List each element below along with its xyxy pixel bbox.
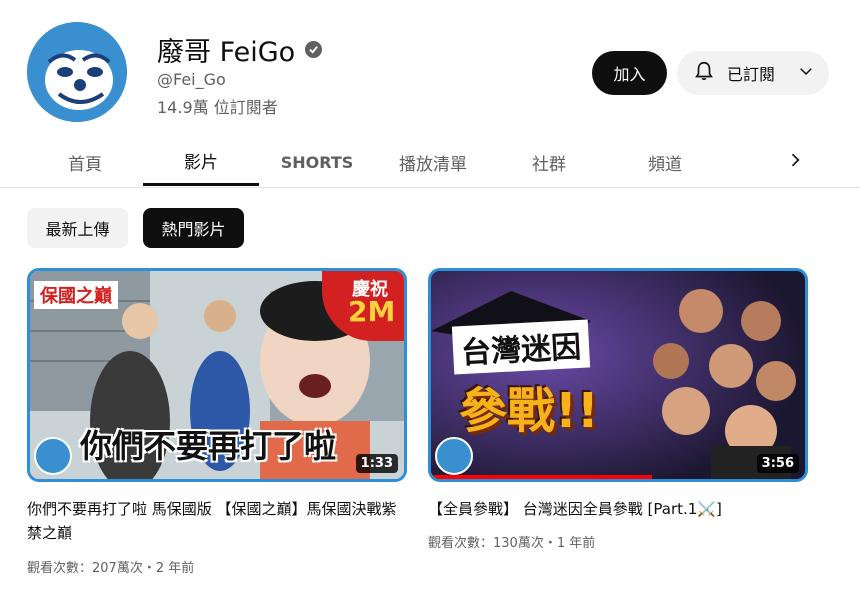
channel-watermark-icon (34, 437, 72, 475)
tab-community[interactable]: 社群 (491, 138, 607, 186)
subscribed-button[interactable]: 已訂閱 (677, 51, 829, 95)
tab-videos[interactable]: 影片 (143, 138, 259, 186)
video-meta-1: 觀看次數：207萬次・2 年前 (27, 561, 195, 576)
chip-popular[interactable]: 熱門影片 (143, 208, 244, 248)
join-button[interactable]: 加入 (592, 51, 667, 95)
video-thumbnail-1[interactable]: 保國之巔 慶祝 2M 你們不要再打了啦 1:33 (27, 268, 407, 482)
channel-name: 廢哥 FeiGo (157, 37, 296, 68)
tabs-divider (0, 187, 860, 188)
video-title-1[interactable]: 你們不要再打了啦 馬保國版 【保國之巔】馬保國決戰紫禁之巔 (27, 497, 397, 545)
channel-watermark-icon (435, 437, 473, 475)
channel-handle: @Fei_Go (157, 70, 226, 89)
bell-icon (693, 60, 715, 86)
video-title-2[interactable]: 【全員參戰】 台灣迷因全員參戰 [Part.1⚔️] (428, 497, 808, 521)
chevron-right-icon[interactable] (783, 148, 807, 172)
channel-avatar[interactable] (27, 22, 127, 122)
chip-latest[interactable]: 最新上傳 (27, 208, 128, 248)
video-thumbnail-2[interactable]: 台灣迷因 參戰!! 3:56 (428, 268, 808, 482)
feigo-face-logo-icon (27, 22, 127, 122)
thumb-line2: 參戰!! (459, 383, 599, 439)
channel-title: 廢哥 FeiGo (157, 30, 323, 69)
tab-playlists[interactable]: 播放清單 (375, 138, 491, 186)
tab-channel[interactable]: 頻道 (607, 138, 723, 186)
thumb-line1: 台灣迷因 (451, 319, 591, 375)
watch-progress-bar (431, 475, 652, 479)
tab-home[interactable]: 首頁 (27, 138, 143, 186)
chevron-down-icon (797, 62, 815, 84)
video-duration: 3:56 (756, 454, 799, 473)
channel-tabs: 首頁 影片 SHORTS 播放清單 社群 頻道 (27, 138, 723, 188)
video-meta-2: 觀看次數：130萬次・1 年前 (428, 536, 596, 551)
thumb-badge-line2: 2M (348, 295, 396, 328)
verified-check-icon (305, 41, 323, 58)
thumb-caption: 你們不要再打了啦 (80, 427, 337, 465)
video-duration: 1:33 (355, 454, 398, 473)
thumb-tag-label: 保國之巔 (34, 281, 118, 309)
subscribed-label: 已訂閱 (727, 65, 776, 84)
subscriber-count: 14.9萬 位訂閱者 (157, 98, 278, 117)
tab-shorts[interactable]: SHORTS (259, 138, 375, 186)
